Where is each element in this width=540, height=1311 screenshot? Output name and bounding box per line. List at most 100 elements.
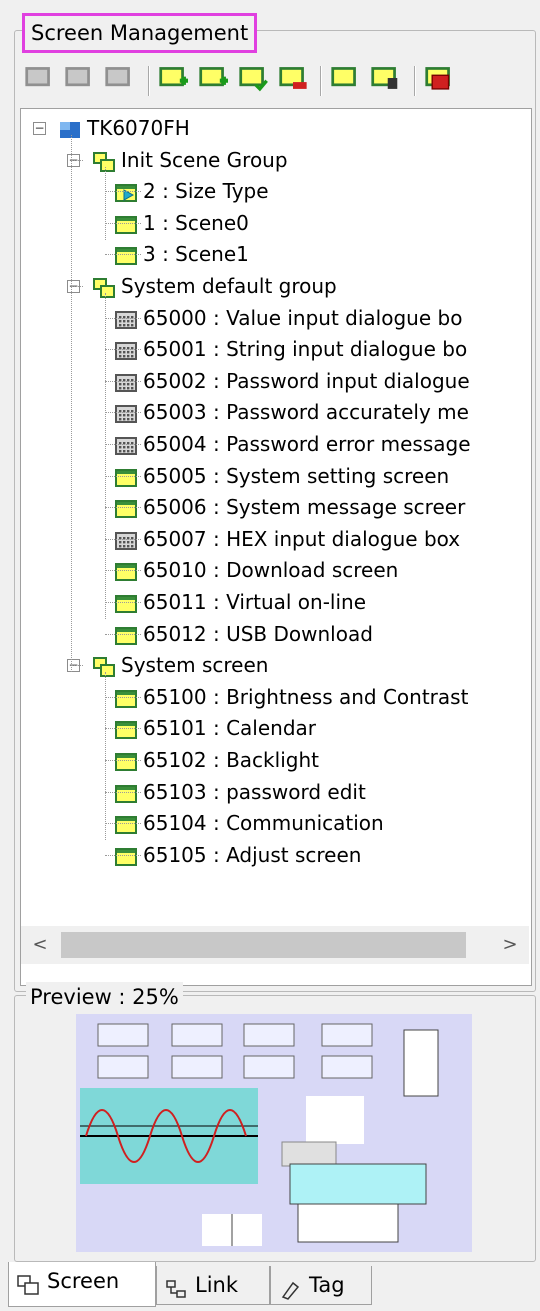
- group-icon: [93, 150, 115, 172]
- cut-screen-icon: [65, 67, 90, 87]
- tag-tab-icon: [279, 1275, 301, 1300]
- tree-node-label: 65100 : Brightness and Contrast: [143, 684, 469, 709]
- tree-node-label: 65004 : Password error message: [143, 432, 471, 456]
- tree-connector: [71, 665, 83, 667]
- tab-label: Screen: [47, 1269, 120, 1293]
- tree-node-label: 65002 : Password input dialogue: [143, 368, 470, 393]
- tree-screen-node[interactable]: 65103 : password edit: [21, 777, 531, 807]
- tree-connector: [105, 672, 106, 841]
- tree-connector: [105, 570, 141, 572]
- screen-tree-button[interactable]: [424, 64, 458, 98]
- scroll-right-button[interactable]: >: [491, 926, 529, 964]
- tree-node-label: System screen: [121, 653, 269, 678]
- tree-screen-node[interactable]: 65104 : Communication: [21, 808, 531, 838]
- tree-connector: [105, 254, 141, 256]
- tree-node-label: TK6070FH: [87, 116, 190, 140]
- tree-group-node[interactable]: − System screen: [21, 650, 531, 680]
- screen-preview-thumbnail: [76, 1014, 472, 1252]
- screen-tree[interactable]: − TK6070FH − Init Scene Group 2 : Size Type 1…: [20, 108, 532, 986]
- paste-screen-button: [104, 64, 138, 98]
- tree-screen-node[interactable]: 65010 : Download screen: [21, 555, 531, 585]
- panel-title: Screen Management: [22, 13, 258, 53]
- tree-screen-node[interactable]: 65101 : Calendar: [21, 713, 531, 743]
- tree-node-label: 65104 : Communication: [143, 811, 384, 836]
- tree-node-label: 3 : Scene1: [143, 242, 249, 267]
- tab-tag[interactable]: Tag: [270, 1266, 372, 1305]
- scroll-left-button[interactable]: <: [21, 926, 59, 964]
- tree-connector: [105, 538, 141, 540]
- screen-tree-icon: [425, 67, 450, 90]
- tree-screen-node[interactable]: 65005 : System setting screen: [21, 461, 531, 491]
- tree-connector: [105, 696, 141, 698]
- scroll-thumb[interactable]: [61, 932, 466, 958]
- screen-properties-icon: [331, 67, 356, 87]
- add-screen-group-icon: [199, 67, 228, 87]
- tree-node-label: 65003 : Password accurately me: [143, 400, 469, 425]
- toolbar-separator: [320, 66, 322, 96]
- tree-screen-node[interactable]: 65004 : Password error message: [21, 429, 531, 459]
- tree-screen-node[interactable]: 65102 : Backlight: [21, 745, 531, 775]
- tree-node-label: 65001 : String input dialogue bo: [143, 337, 468, 362]
- tree-screen-node[interactable]: 2 : Size Type: [21, 176, 531, 206]
- tree-connector: [105, 760, 141, 761]
- tree-connector: [71, 135, 72, 673]
- tree-node-label: 65006 : System message screer: [143, 495, 466, 520]
- tree-node-label: 65103 : password edit: [143, 779, 366, 804]
- tree-node-label: 65102 : Backlight: [143, 748, 319, 772]
- tree-connector: [105, 222, 141, 224]
- tree-connector: [105, 602, 141, 603]
- tab-screen[interactable]: Screen: [8, 1262, 156, 1307]
- tree-connector: [105, 633, 141, 635]
- tree-screen-node[interactable]: 65000 : Value input dialogue bo: [21, 303, 531, 333]
- tree-screen-node[interactable]: 65003 : Password accurately me: [21, 397, 531, 427]
- tree-screen-node[interactable]: 65100 : Brightness and Contrast: [21, 682, 531, 712]
- tree-root-node[interactable]: − TK6070FH: [21, 113, 531, 143]
- tree-node-label: 65105 : Adjust screen: [143, 842, 362, 867]
- lock-screen-button[interactable]: [370, 64, 404, 98]
- bottom-tab-bar: Screen Link Tag: [0, 1262, 540, 1308]
- set-init-screen-button[interactable]: [238, 64, 272, 98]
- tree-node-label: System default group: [121, 274, 337, 298]
- collapse-toggle[interactable]: −: [33, 122, 46, 135]
- tree-screen-node[interactable]: 65007 : HEX input dialogue box: [21, 524, 531, 554]
- tab-link[interactable]: Link: [156, 1266, 270, 1305]
- screen-properties-button[interactable]: [330, 64, 364, 98]
- tree-connector: [105, 380, 141, 382]
- add-screen-icon: [159, 67, 188, 87]
- tree-group-node[interactable]: − System default group: [21, 271, 531, 301]
- tree-connector: [105, 166, 106, 240]
- tree-node-label: 1 : Scene0: [143, 210, 249, 235]
- horizontal-scrollbar[interactable]: < >: [21, 926, 529, 964]
- paste-screen-icon: [105, 67, 130, 87]
- screen-tab-icon: [17, 1271, 39, 1295]
- tree-screen-node[interactable]: 65002 : Password input dialogue: [21, 366, 531, 396]
- delete-screen-button[interactable]: [278, 64, 312, 98]
- tree-node-label: 65005 : System setting screen: [143, 463, 450, 488]
- tree-group-node[interactable]: − Init Scene Group: [21, 145, 531, 175]
- tree-screen-node[interactable]: 3 : Scene1: [21, 239, 531, 269]
- tree-node-label: 2 : Size Type: [143, 179, 269, 204]
- group-icon: [93, 655, 115, 678]
- tree-node-label: 65101 : Calendar: [143, 716, 317, 741]
- tree-connector: [71, 159, 83, 161]
- copy-screen-button: [24, 64, 58, 98]
- lock-screen-icon: [371, 67, 398, 89]
- tree-screen-node[interactable]: 65006 : System message screer: [21, 492, 531, 522]
- add-screen-group-button[interactable]: [198, 64, 232, 98]
- tree-screen-node[interactable]: 65011 : Virtual on-line: [21, 587, 531, 617]
- tree-screen-node[interactable]: 65105 : Adjust screen: [21, 840, 531, 870]
- tree-node-label: Init Scene Group: [121, 147, 288, 172]
- tree-screen-node[interactable]: 1 : Scene0: [21, 208, 531, 238]
- tree-screen-node[interactable]: 65001 : String input dialogue bo: [21, 334, 531, 364]
- tree-node-label: 65000 : Value input dialogue bo: [143, 305, 463, 330]
- screen-toolbar: [24, 60, 534, 104]
- tree-node-label: 65010 : Download screen: [143, 558, 399, 583]
- tree-screen-node[interactable]: 65012 : USB Download: [21, 619, 531, 649]
- cut-screen-button: [64, 64, 98, 98]
- add-screen-button[interactable]: [158, 64, 192, 98]
- tree-connector: [105, 823, 141, 825]
- group-icon: [93, 276, 115, 298]
- tree-node-label: 65007 : HEX input dialogue box: [143, 526, 461, 551]
- toolbar-separator: [414, 66, 416, 96]
- tree-connector: [105, 507, 141, 509]
